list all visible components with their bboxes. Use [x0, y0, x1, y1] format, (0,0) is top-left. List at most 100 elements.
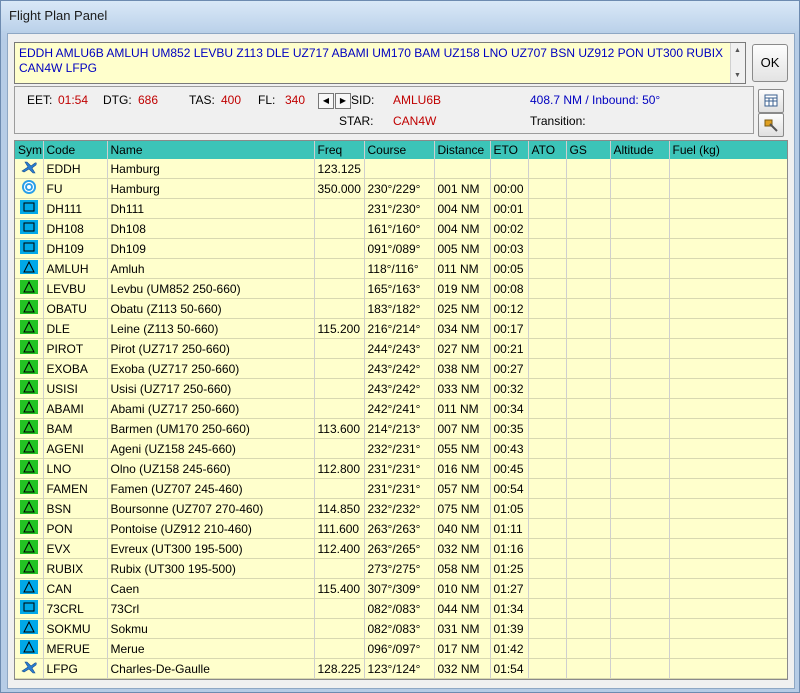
ato-cell	[528, 398, 567, 419]
code-cell: DH108	[43, 218, 108, 239]
table-row[interactable]: USISI Usisi (UZ717 250-660) 243°/242° 033 N…	[15, 378, 787, 399]
column-header[interactable]: GS	[566, 141, 611, 159]
fuel-cell	[669, 338, 787, 359]
table-row[interactable]: EVX Evreux (UT300 195-500) 112.400 263°/265…	[15, 538, 787, 559]
panel-client: EDDH AMLU6B AMLUH UM852 LEVBU Z113 DLE U…	[7, 33, 795, 689]
name-cell: Merue	[107, 638, 315, 659]
table-row[interactable]: PIROT Pirot (UZ717 250-660) 244°/243° 027 N…	[15, 338, 787, 359]
scroll-down-icon[interactable]: ▼	[734, 72, 741, 79]
gs-cell	[566, 438, 611, 459]
gs-cell	[566, 358, 611, 379]
calendar-button[interactable]	[758, 89, 784, 113]
table-row[interactable]: LNO Olno (UZ158 245-660) 112.800 231°/231° 0…	[15, 458, 787, 479]
code-cell: DH111	[43, 198, 108, 219]
column-header[interactable]: ETO	[490, 141, 529, 159]
altitude-cell	[610, 258, 670, 279]
airway-triangle-icon	[19, 560, 38, 574]
ok-button[interactable]: OK	[752, 44, 788, 82]
eto-cell: 00:32	[490, 378, 529, 399]
fuel-cell	[669, 458, 787, 479]
column-header[interactable]: Course	[364, 141, 435, 159]
route-text[interactable]: EDDH AMLU6B AMLUH UM852 LEVBU Z113 DLE U…	[19, 46, 724, 80]
table-row[interactable]: LFPG Charles-De-Gaulle 128.225 123°/124° 032…	[15, 658, 787, 679]
route-scrollbar[interactable]: ▲ ▼	[730, 43, 745, 83]
table-row[interactable]: FAMEN Famen (UZ707 245-460) 231°/231° 057 N…	[15, 478, 787, 499]
column-header[interactable]: Freq	[314, 141, 365, 159]
table-row[interactable]: OBATU Obatu (Z113 50-660) 183°/182° 025 NM 0…	[15, 298, 787, 319]
table-row[interactable]: DH109 Dh109 091°/089° 005 NM 00:03	[15, 238, 787, 259]
airway-triangle-icon	[19, 340, 38, 354]
route-textbox[interactable]: EDDH AMLU6B AMLUH UM852 LEVBU Z113 DLE U…	[14, 42, 746, 84]
eto-cell: 00:54	[490, 478, 529, 499]
column-header[interactable]: Fuel (kg)	[669, 141, 787, 159]
fl-decrease-icon[interactable]: ◀	[318, 93, 334, 109]
ato-cell	[528, 278, 567, 299]
symbol-cell	[15, 658, 44, 679]
table-row[interactable]: CAN Caen 115.400 307°/309° 010 NM 01:27	[15, 578, 787, 599]
fuel-cell	[669, 218, 787, 239]
table-row[interactable]: RUBIX Rubix (UT300 195-500) 273°/275° 058 N…	[15, 558, 787, 579]
table-row[interactable]: ABAMI Abami (UZ717 250-660) 242°/241° 011 N…	[15, 398, 787, 419]
name-cell: Hamburg	[107, 178, 315, 199]
table-row[interactable]: FU Hamburg 350.000 230°/229° 001 NM 00:00	[15, 178, 787, 199]
distance-cell: 034 NM	[434, 318, 491, 339]
table-row[interactable]: 73CRL 73Crl 082°/083° 044 NM 01:34	[15, 598, 787, 619]
column-header[interactable]: Code	[43, 141, 108, 159]
column-header[interactable]: Name	[107, 141, 315, 159]
table-row[interactable]: EXOBA Exoba (UZ717 250-660) 243°/242° 038 N…	[15, 358, 787, 379]
ato-cell	[528, 558, 567, 579]
course-cell: 243°/242°	[364, 378, 435, 399]
altitude-cell	[610, 298, 670, 319]
sid-value: AMLU6B	[393, 93, 442, 107]
table-row[interactable]: LEVBU Levbu (UM852 250-660) 165°/163° 019 N…	[15, 278, 787, 299]
course-cell: 123°/124°	[364, 658, 435, 679]
fl-increase-icon[interactable]: ▶	[335, 93, 351, 109]
scroll-up-icon[interactable]: ▲	[734, 47, 741, 54]
name-cell: Abami (UZ717 250-660)	[107, 398, 315, 419]
calendar-icon[interactable]	[759, 90, 783, 112]
waypoint-square-icon	[19, 220, 38, 234]
table-row[interactable]: PON Pontoise (UZ912 210-460) 111.600 263°/2…	[15, 518, 787, 539]
gs-cell	[566, 558, 611, 579]
table-row[interactable]: SOKMU Sokmu 082°/083° 031 NM 01:39	[15, 618, 787, 639]
tools-button[interactable]	[758, 113, 784, 137]
distance-cell: 058 NM	[434, 558, 491, 579]
table-row[interactable]: MERUE Merue 096°/097° 017 NM 01:42	[15, 638, 787, 659]
course-cell: 082°/083°	[364, 598, 435, 619]
name-cell: Levbu (UM852 250-660)	[107, 278, 315, 299]
table-row[interactable]: BSN Boursonne (UZ707 270-460) 114.850 232°/…	[15, 498, 787, 519]
gs-cell	[566, 398, 611, 419]
table-row[interactable]: AGENI Ageni (UZ158 245-660) 232°/231° 055 N…	[15, 438, 787, 459]
ato-cell	[528, 358, 567, 379]
table-row[interactable]: BAM Barmen (UM170 250-660) 113.600 214°/213…	[15, 418, 787, 439]
table-row[interactable]: AMLUH Amluh 118°/116° 011 NM 00:05	[15, 258, 787, 279]
freq-cell: 123.125	[314, 159, 365, 179]
table-row[interactable]: EDDH Hamburg 123.125	[15, 159, 787, 179]
column-header[interactable]: Distance	[434, 141, 491, 159]
code-cell: USISI	[43, 378, 108, 399]
tas-value: 400	[221, 93, 242, 107]
name-cell: Rubix (UT300 195-500)	[107, 558, 315, 579]
distance-inbound: 408.7 NM / Inbound: 50°	[530, 93, 661, 107]
table-row[interactable]: DH111 Dh111 231°/230° 004 NM 00:01	[15, 198, 787, 219]
freq-cell	[314, 438, 365, 459]
code-cell: AMLUH	[43, 258, 108, 279]
fl-stepper[interactable]: ◀ ▶	[318, 93, 352, 109]
symbol-cell	[15, 418, 44, 439]
table-row[interactable]: DH108 Dh108 161°/160° 004 NM 00:02	[15, 218, 787, 239]
name-cell: Dh108	[107, 218, 315, 239]
table-row[interactable]: DLE Leine (Z113 50-660) 115.200 216°/214° 03…	[15, 318, 787, 339]
column-header[interactable]: Sym	[15, 141, 44, 159]
column-header[interactable]: ATO	[528, 141, 567, 159]
freq-cell: 115.400	[314, 578, 365, 599]
altitude-cell	[610, 358, 670, 379]
symbol-cell	[15, 378, 44, 399]
altitude-cell	[610, 159, 670, 179]
fuel-cell	[669, 159, 787, 179]
tools-icon[interactable]	[759, 114, 783, 136]
airway-triangle-icon	[19, 440, 38, 454]
fuel-cell	[669, 578, 787, 599]
altitude-cell	[610, 318, 670, 339]
column-header[interactable]: Altitude	[610, 141, 670, 159]
airway-triangle-icon	[19, 520, 38, 534]
